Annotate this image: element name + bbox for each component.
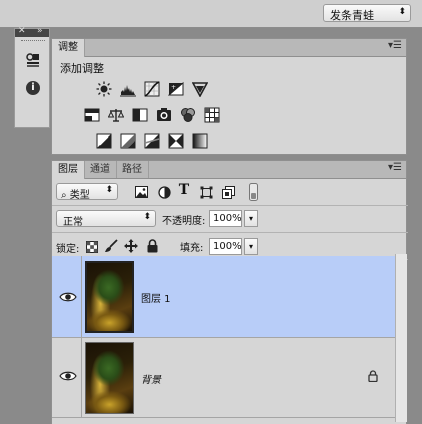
lock-label: 锁定: xyxy=(56,244,80,255)
filter-pixel-icon[interactable] xyxy=(134,185,148,199)
layer-row[interactable]: 背景 xyxy=(52,338,396,418)
adjustment-stack-icon[interactable] xyxy=(24,51,42,69)
chevron-updown-icon: ⬍ xyxy=(143,212,151,222)
black-white-icon[interactable] xyxy=(132,107,148,123)
tab-adjustments[interactable]: 调整 xyxy=(52,39,85,57)
adjustments-tabbar: 调整 ▾☰ xyxy=(52,39,406,57)
adjustments-panel: 调整 ▾☰ 添加调整 + xyxy=(51,38,407,155)
layer-thumbnail[interactable] xyxy=(85,342,134,414)
filter-kind-select[interactable]: ⌕ 类型 ⬍ xyxy=(56,183,118,201)
opacity-input[interactable]: 100% xyxy=(209,210,242,227)
row-divider xyxy=(81,338,82,417)
search-icon: ⌕ xyxy=(61,190,67,201)
opacity-dropdown-button[interactable]: ▾ xyxy=(244,210,258,227)
filter-toggle-icon[interactable] xyxy=(249,183,258,201)
collapse-icon[interactable]: » xyxy=(37,26,43,36)
panel-menu-icon[interactable]: ▾☰ xyxy=(388,162,402,173)
layers-tabbar: 图层 通道 路径 ▾☰ xyxy=(52,161,406,179)
filter-shape-icon[interactable] xyxy=(199,185,213,199)
strip-grip[interactable] xyxy=(21,40,45,43)
posterize-icon[interactable] xyxy=(120,133,136,149)
filter-type-icon[interactable]: T xyxy=(177,182,191,198)
chevron-updown-icon: ⬍ xyxy=(105,185,113,195)
blend-mode-row: 正常 ⬍ 不透明度: 100% ▾ xyxy=(52,206,408,233)
lock-all-icon[interactable] xyxy=(145,239,159,253)
workspace-preset-value: 发条青蛙 xyxy=(330,9,374,22)
layer-lock-icon xyxy=(368,370,378,382)
exposure-icon[interactable]: + xyxy=(168,81,184,97)
fill-dropdown-button[interactable]: ▾ xyxy=(244,238,258,255)
close-icon[interactable]: ✕ xyxy=(18,26,26,36)
layer-row[interactable]: 图层 1 xyxy=(52,256,396,338)
filter-smart-object-icon[interactable] xyxy=(221,185,235,199)
blend-mode-value: 正常 xyxy=(63,217,83,228)
layer-name[interactable]: 背景 xyxy=(141,371,161,386)
lock-pixels-icon[interactable] xyxy=(104,239,118,253)
chevron-updown-icon: ⬍ xyxy=(398,7,406,17)
info-glyph: i xyxy=(26,81,40,95)
layers-panel: 图层 通道 路径 ▾☰ ⌕ 类型 ⬍ T 正常 ⬍ 不透明度: 100% ▾ 锁… xyxy=(51,160,408,424)
photo-filter-icon[interactable] xyxy=(156,107,172,123)
opacity-label: 不透明度: xyxy=(162,216,206,227)
channel-mixer-icon[interactable] xyxy=(180,107,196,123)
blend-mode-select[interactable]: 正常 ⬍ xyxy=(56,210,156,228)
selective-color-icon[interactable] xyxy=(168,133,184,149)
levels-icon[interactable] xyxy=(120,81,136,97)
strip-header: ✕ » xyxy=(15,26,49,37)
gradient-map-icon[interactable] xyxy=(192,133,208,149)
hue-saturation-icon[interactable] xyxy=(84,107,100,123)
panel-menu-icon[interactable]: ▾☰ xyxy=(388,40,402,51)
color-balance-icon[interactable] xyxy=(108,107,124,123)
info-icon[interactable]: i xyxy=(24,79,42,97)
layers-scrollbar[interactable] xyxy=(395,254,407,422)
visibility-eye-icon[interactable] xyxy=(59,370,77,382)
color-lookup-icon[interactable] xyxy=(204,107,220,123)
tab-paths[interactable]: 路径 xyxy=(116,161,149,178)
application-bar: 发条青蛙 ⬍ xyxy=(0,0,422,28)
row-divider xyxy=(81,256,82,337)
fill-input[interactable]: 100% xyxy=(209,238,242,255)
layer-filter-row: ⌕ 类型 ⬍ T xyxy=(52,179,408,206)
filter-kind-value: 类型 xyxy=(69,190,90,201)
add-adjustment-title: 添加调整 xyxy=(60,62,104,75)
brightness-icon[interactable] xyxy=(96,81,112,97)
layer-name[interactable]: 图层 1 xyxy=(141,290,171,305)
svg-text:+: + xyxy=(171,84,176,91)
fill-label: 填充: xyxy=(180,243,204,254)
collapsed-panel-strip: ✕ » i xyxy=(14,26,50,128)
threshold-icon[interactable] xyxy=(144,133,160,149)
lock-transparent-icon[interactable] xyxy=(85,240,99,254)
tab-channels[interactable]: 通道 xyxy=(84,161,117,178)
tab-layers[interactable]: 图层 xyxy=(52,161,85,179)
layer-thumbnail[interactable] xyxy=(85,261,134,333)
invert-icon[interactable] xyxy=(96,133,112,149)
curves-icon[interactable] xyxy=(144,81,160,97)
lock-position-icon[interactable] xyxy=(124,239,138,253)
filter-adjustment-icon[interactable] xyxy=(157,185,171,199)
vibrance-icon[interactable] xyxy=(192,81,208,97)
workspace-preset-select[interactable]: 发条青蛙 ⬍ xyxy=(323,4,411,22)
visibility-eye-icon[interactable] xyxy=(59,291,77,303)
